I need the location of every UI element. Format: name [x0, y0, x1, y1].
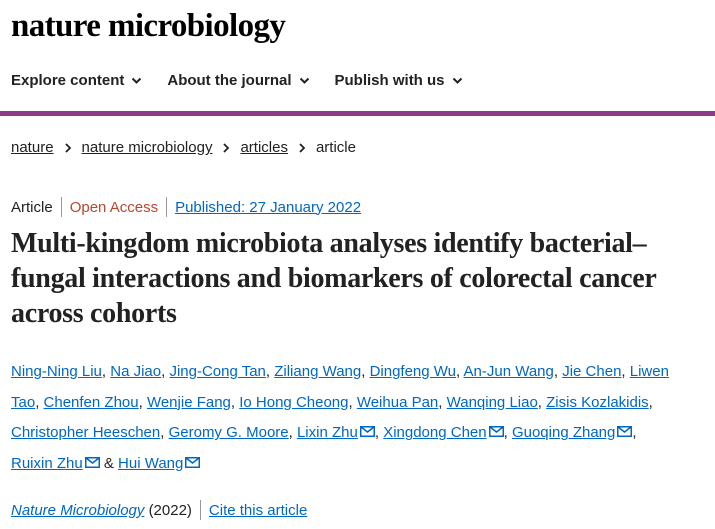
nav-item-label: Explore content: [11, 72, 125, 89]
breadcrumb-link-nature[interactable]: nature: [11, 139, 54, 156]
nav-explore-content[interactable]: Explore content: [11, 72, 142, 89]
author-separator: ,: [553, 363, 563, 380]
author-link[interactable]: Io Hong Cheong: [239, 394, 348, 411]
author-separator: ,: [288, 424, 297, 442]
author-link[interactable]: Lixin Zhu: [297, 424, 358, 441]
author-link[interactable]: Xingdong Chen: [383, 424, 486, 441]
author-separator: ,: [361, 363, 370, 380]
author-separator: ,: [438, 393, 447, 411]
breadcrumb: nature nature microbiology articles arti…: [11, 139, 356, 156]
cite-this-article-link[interactable]: Cite this article: [209, 502, 307, 519]
author-separator: ,: [537, 393, 547, 411]
mail-icon[interactable]: [488, 426, 504, 438]
year-text: (2022): [148, 501, 192, 519]
author-separator: ,: [101, 363, 111, 380]
author-link[interactable]: Ziliang Wang: [274, 363, 361, 380]
author-link[interactable]: Jie Chen: [562, 363, 621, 380]
meta-divider: [60, 197, 62, 217]
author-link[interactable]: Wanqing Liao: [447, 394, 538, 411]
breadcrumb-link-articles[interactable]: articles: [240, 139, 288, 156]
author-link[interactable]: Dingfeng Wu: [370, 363, 456, 380]
author-separator: ,: [503, 424, 512, 442]
mail-icon[interactable]: [359, 426, 375, 438]
chevron-down-icon: [452, 77, 462, 84]
author-separator: ,: [138, 393, 147, 411]
author-link[interactable]: Zisis Kozlakidis: [546, 394, 649, 411]
author-list: Ning-Ning Liu, Na Jiao, Jing-Cong Tan, Z…: [11, 357, 671, 480]
meta-divider: [166, 197, 168, 217]
breadcrumb-link-journal[interactable]: nature microbiology: [82, 139, 213, 156]
author-link[interactable]: Ruixin Zhu: [11, 455, 83, 472]
author-separator: ,: [348, 393, 357, 411]
author-link[interactable]: Chenfen Zhou: [44, 394, 139, 411]
author-separator: ,: [456, 363, 464, 380]
mail-icon[interactable]: [617, 426, 633, 438]
journal-name-link[interactable]: Nature Microbiology: [11, 502, 144, 519]
article-type: Article: [11, 198, 53, 216]
author-link[interactable]: An-Jun Wang: [464, 363, 554, 380]
chevron-right-icon: [299, 142, 306, 153]
meta-divider: [199, 500, 201, 520]
author-separator: ,: [621, 363, 630, 380]
open-access-badge: Open Access: [69, 198, 159, 216]
chevron-down-icon: [299, 77, 309, 84]
author-link[interactable]: Na Jiao: [110, 363, 161, 380]
author-link[interactable]: Weihua Pan: [357, 394, 438, 411]
article-title: Multi-kingdom microbiota analyses identi…: [11, 228, 657, 329]
author-separator: ,: [35, 393, 44, 411]
nav-item-label: About the journal: [167, 72, 292, 89]
author-link[interactable]: Geromy G. Moore: [169, 424, 289, 441]
mail-icon[interactable]: [185, 457, 201, 469]
mail-icon[interactable]: [84, 457, 100, 469]
chevron-right-icon: [223, 142, 230, 153]
author-separator: ,: [632, 424, 641, 442]
article-meta: Article Open Access Published: 27 Januar…: [11, 197, 361, 217]
author-separator: ,: [648, 393, 658, 411]
breadcrumb-current: article: [315, 139, 356, 156]
author-link[interactable]: Ning-Ning Liu: [11, 363, 102, 380]
site-logo[interactable]: nature microbiology: [11, 4, 286, 48]
chevron-right-icon: [64, 142, 71, 153]
author-link[interactable]: Jing-Cong Tan: [169, 363, 265, 380]
author-separator: ,: [374, 424, 384, 442]
nav-publish-with-us[interactable]: Publish with us: [335, 72, 463, 89]
author-link[interactable]: Guoqing Zhang: [512, 424, 615, 441]
author-separator: ,: [265, 363, 275, 380]
author-separator: ,: [230, 393, 240, 411]
author-separator-and: &: [99, 455, 119, 473]
author-link[interactable]: Christopher Heeschen: [11, 424, 160, 441]
accent-divider: [0, 111, 715, 116]
main-nav: Explore content About the journal Publis…: [11, 72, 488, 89]
publication-year: (2022): [144, 502, 192, 519]
author-separator: ,: [160, 424, 169, 442]
nav-about-the-journal[interactable]: About the journal: [167, 72, 309, 89]
author-link[interactable]: Hui Wang: [118, 455, 183, 472]
chevron-down-icon: [132, 77, 142, 84]
published-date-link[interactable]: Published: 27 January 2022: [175, 199, 361, 216]
author-link[interactable]: Wenjie Fang: [147, 394, 231, 411]
citation-line: Nature Microbiology (2022) Cite this art…: [11, 500, 307, 520]
nav-item-label: Publish with us: [334, 72, 445, 89]
